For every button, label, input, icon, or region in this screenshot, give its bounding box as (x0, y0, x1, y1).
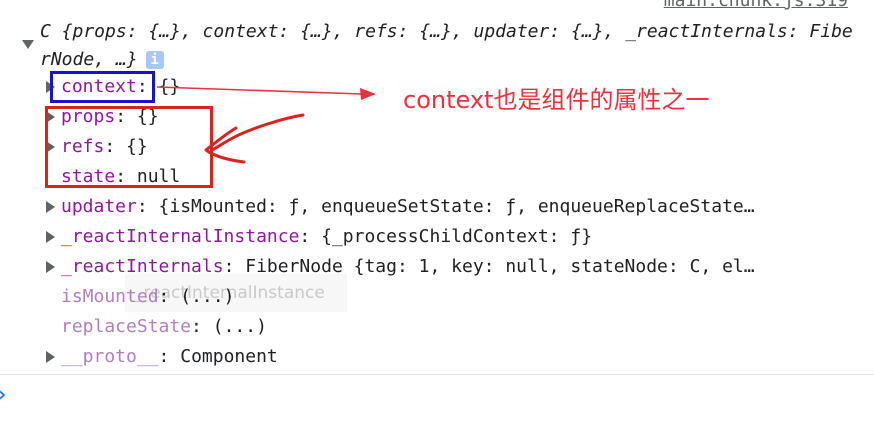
property-separator: : (191, 316, 213, 337)
property-separator: : (136, 196, 159, 217)
property-row-replace-state[interactable]: replaceState: (...) (61, 312, 267, 342)
collapse-triangle-icon[interactable] (22, 40, 34, 49)
property-row-proto[interactable]: __proto__: Component (46, 342, 278, 372)
property-value: Component (180, 346, 278, 367)
expand-triangle-icon[interactable] (46, 231, 55, 243)
property-value: {isMounted: ƒ, enqueueSetState: ƒ, enque… (158, 196, 755, 217)
blue-highlight-box (50, 71, 155, 103)
red-highlight-box (45, 106, 213, 188)
info-icon[interactable]: i (145, 51, 164, 69)
property-key: replaceState (61, 316, 192, 337)
property-value[interactable]: (...) (180, 286, 234, 307)
property-row-is-mounted[interactable]: isMounted: (...) (61, 282, 234, 312)
property-key: __proto__ (61, 346, 159, 367)
expand-triangle-icon[interactable] (46, 201, 55, 213)
console-prompt-icon[interactable]: › (0, 382, 8, 406)
hand-drawn-arrow-shaft (210, 113, 305, 152)
object-summary[interactable]: C {props: {…}, context: {…}, refs: {…}, … (40, 18, 855, 74)
console-divider (0, 374, 874, 375)
annotation-text: context也是组件的属性之一 (403, 86, 710, 114)
expand-triangle-icon[interactable] (46, 351, 55, 363)
property-row-react-internal-instance[interactable]: _reactInternalInstance: {_processChildCo… (46, 222, 592, 252)
source-link[interactable]: main.chunk.js:319 (664, 0, 848, 11)
expand-triangle-icon[interactable] (46, 261, 55, 273)
property-key: _reactInternalInstance (61, 226, 300, 247)
property-row-updater[interactable]: updater: {isMounted: ƒ, enqueueSetState:… (46, 192, 755, 222)
property-value: {_processChildContext: ƒ} (321, 226, 593, 247)
annotation-arrow-line (156, 86, 363, 95)
property-separator: : (158, 346, 181, 367)
property-key: updater (61, 196, 137, 217)
property-separator: : (158, 286, 181, 307)
arrow-head-icon (360, 88, 376, 100)
property-separator: : (299, 226, 322, 247)
property-value[interactable]: (...) (213, 316, 267, 337)
property-key: isMounted (61, 286, 159, 307)
property-value: {} (158, 76, 181, 97)
